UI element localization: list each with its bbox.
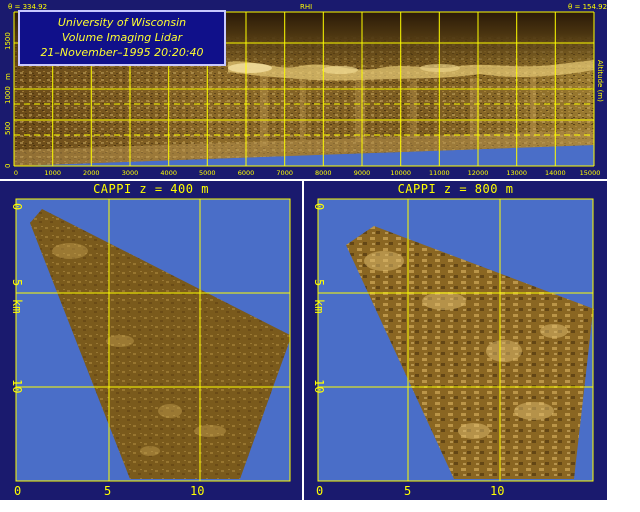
rhi-x-tick: 9000 (354, 169, 371, 177)
cappi-x-tick: 0 (14, 484, 21, 498)
rhi-x-tick: 1000 (44, 169, 61, 177)
rhi-x-tick: 6000 (238, 169, 255, 177)
rhi-x-tick: 0 (14, 169, 18, 177)
cappi-panel-800m: CAPPI z = 800 m 0 5 km 10 0 5 10 (304, 181, 607, 500)
cappi-y-tick: 5 (312, 279, 326, 286)
title-instrument: Volume Imaging Lidar (61, 31, 183, 44)
cappi-y-unit: km (10, 299, 24, 313)
cappi-plot-800m: 0 5 km 10 0 5 10 (312, 198, 594, 498)
cappi-plot-400m: 0 5 km 10 0 5 10 (10, 198, 291, 498)
cappi-y-tick: 5 (10, 279, 24, 286)
cappi-x-tick: 5 (104, 484, 111, 498)
cappi-x-tick: 5 (404, 484, 411, 498)
cappi-y-tick: 10 (312, 379, 326, 393)
title-institution: University of Wisconsin (57, 16, 187, 29)
rhi-y-tick: 1000 (4, 86, 12, 104)
rhi-x-tick: 4000 (160, 169, 177, 177)
rhi-x-tick: 5000 (199, 169, 216, 177)
rhi-x-tick: 7000 (276, 169, 293, 177)
rhi-x-tick: 13000 (506, 169, 527, 177)
title-datetime: 21–November–1995 20:20:40 (40, 46, 204, 59)
cappi-y-tick: 10 (10, 379, 24, 393)
cappi-y-tick: 0 (312, 203, 326, 210)
cappi-y-unit: km (312, 299, 326, 313)
rhi-y-tick: 500 (4, 122, 12, 135)
rhi-y-tick: 1500 (4, 32, 12, 50)
rhi-y-tick: 0 (4, 164, 12, 168)
cappi-x-tick: 10 (490, 484, 504, 498)
rhi-y-unit: m (4, 73, 12, 80)
cappi-x-tick: 0 (316, 484, 323, 498)
rhi-top-right-text: θ = 154.92 (568, 3, 607, 11)
cappi-x-tick: 10 (190, 484, 204, 498)
title-box: University of Wisconsin Volume Imaging L… (18, 10, 226, 66)
rhi-x-tick: 3000 (122, 169, 139, 177)
rhi-x-tick: 15000 (580, 169, 601, 177)
rhi-x-tick: 12000 (468, 169, 489, 177)
rhi-right-axis-label: Altitude (m) (596, 60, 604, 102)
rhi-x-tick: 11000 (429, 169, 450, 177)
rhi-label: RHI (300, 3, 312, 11)
rhi-panel: θ = 334.92 RHI θ = 154.92 0 500 1000 150… (0, 0, 607, 179)
rhi-x-tick: 8000 (315, 169, 332, 177)
cappi-y-tick: 0 (10, 203, 24, 210)
rhi-x-tick: 2000 (83, 169, 100, 177)
cappi-panel-400m: CAPPI z = 400 m 0 5 km 10 0 5 10 (0, 181, 302, 500)
rhi-x-tick: 10000 (390, 169, 411, 177)
rhi-x-tick: 14000 (545, 169, 566, 177)
